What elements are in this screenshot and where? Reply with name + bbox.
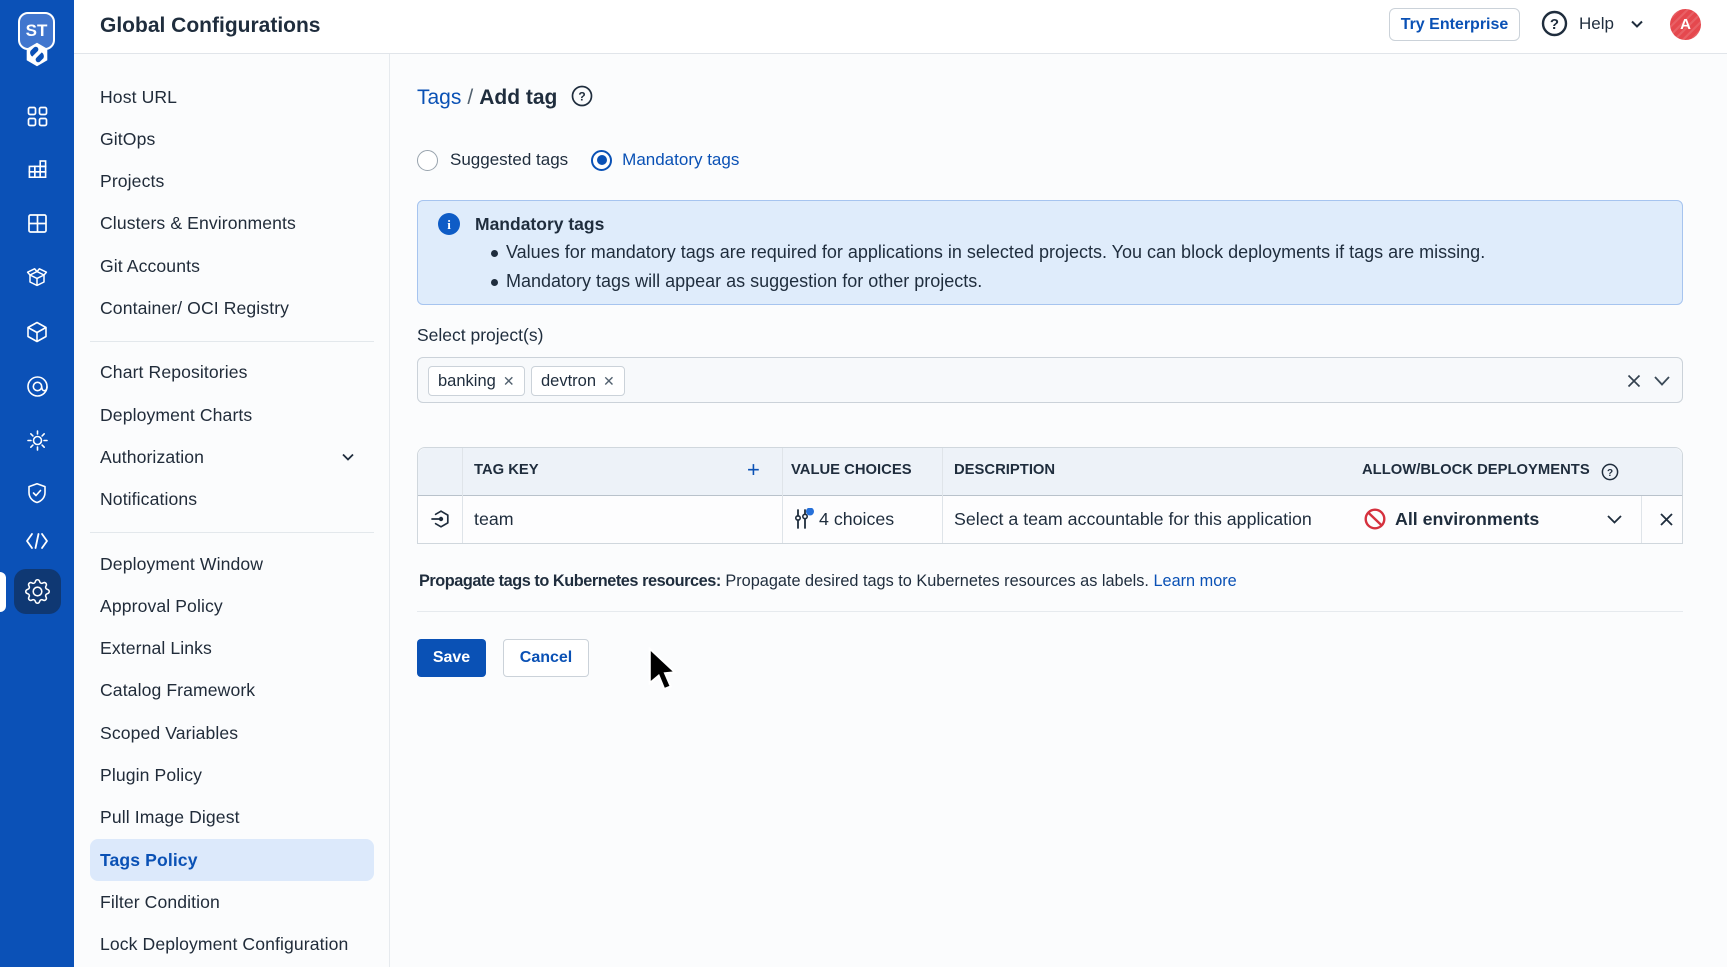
svg-text:?: ? (1550, 16, 1559, 33)
svg-text:?: ? (1607, 468, 1613, 479)
svg-text:?: ? (579, 89, 586, 103)
svg-text:i: i (447, 217, 451, 232)
